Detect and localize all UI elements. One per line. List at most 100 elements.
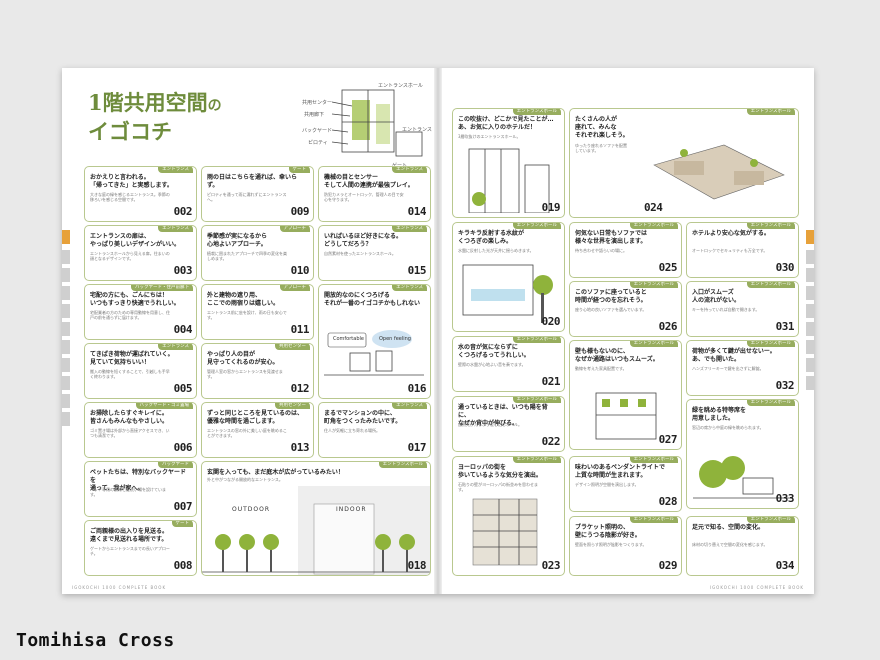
card-tag: エントランスホール (746, 109, 795, 115)
card-body: 3層吹抜けのエントランスホール。 (458, 134, 521, 139)
card-heading: おかえりと言われる。 「帰ってきた」と実感します。 (90, 174, 173, 189)
card-number: 033 (775, 492, 795, 505)
card-body: 防犯カメラとオートロック、管理人の目で安心を守ります。 (324, 192, 404, 202)
card-body: 住人が気軽に立ち寄れる場所。 (324, 428, 380, 433)
tip-card-014: エントランス 機械の目とセンサー そして人間の連携が最強プレイ。 防犯カメラとオ… (318, 166, 431, 222)
card-body: オートロックでセキュリティも万全です。 (692, 248, 768, 253)
card-heading: 入口がスムーズ 人の流れがない。 (692, 289, 741, 304)
section-tab-grey (62, 322, 70, 336)
card-heading: 荷物が多くて鍵が出せないー。 あ、でも開いた。 (692, 348, 776, 363)
card-number: 008 (173, 559, 193, 572)
card-number: 027 (658, 433, 678, 446)
tip-card-020: エントランスホール キラキラ反射する水紋が くつろぎの楽しみ。 水盤に反射した光… (452, 222, 565, 332)
illus-label-open: Open feeling (379, 336, 411, 342)
card-heading: 水の音が気にならずに くつろげるってうれしい。 (458, 344, 530, 359)
section-tab-grey (62, 340, 70, 354)
section-tab-grey (806, 322, 814, 336)
card-body: 床材の切り替えで空間の変化を感じます。 (692, 542, 768, 547)
card-body: 植栽に囲まれたアプローチで四季の変化を楽しめます。 (207, 251, 287, 261)
card-tag: エントランスホール (746, 400, 795, 406)
illustration-entrance (202, 486, 430, 575)
illustration-lobby (324, 330, 424, 376)
card-tag: エントランスホール (629, 223, 678, 229)
floor-map: エントランスホール 共用センター 共用廊下 バックヤード ピロティ エントランス… (302, 82, 432, 170)
card-heading: 機械の目とセンサー そして人間の連携が最強プレイ。 (324, 174, 414, 189)
card-heading: 開放的なのにくつろげる それが一番のイゴコチかもしれない (324, 292, 421, 307)
card-heading: たくさんの人が 座れて、みんな それぞれ楽しそう。 (575, 116, 629, 139)
card-tag: バックヤード・ゴミ置場 (135, 403, 193, 409)
tip-card-003: エントランス エントランスの扉は、 やっぱり美しいデザインがいい。 エントランス… (84, 225, 197, 281)
card-heading: 宅配の方にも、ごんにちは！ いつもすっきり快適でうれしい。 (90, 292, 180, 307)
card-tag: エントランスホール (378, 462, 427, 468)
card-tag: エントランス (158, 167, 193, 173)
card-heading: ご両親様の出入りを見送る。 遠くまで見送れる場所です。 (90, 528, 169, 543)
brand-watermark: Tomihisa Cross (16, 630, 175, 651)
card-number: 025 (658, 261, 678, 274)
tip-card-022: エントランスホール 通っているときは、いつも陽を背に、 なぜか背中が伸びる。 自… (452, 396, 565, 452)
card-number: 013 (290, 441, 310, 454)
card-heading: 味わいのあるペンダントライトで 上質な時間が生まれます。 (575, 464, 666, 479)
tip-card-011: アプローチ 外と建物の遮り用、 ここでの雨宿りは嬉しい。 エントランス前に庇を設… (201, 284, 314, 340)
tip-card-029: エントランスホール ブラケット照明の、 壁にうつる陰影が好き。 壁面を照らす照明… (569, 516, 682, 576)
section-tab-grey (62, 268, 70, 282)
tip-card-025: エントランスホール 何気ない日常もソファでは 様々な世界を演出します。 待ち合わ… (569, 222, 682, 278)
card-heading: ヨーロッパの街を 歩いているような気分を演出。 (458, 464, 542, 479)
card-body: キーを持っていれば自動で開きます。 (692, 307, 760, 312)
card-heading: ずっと同じところを見ているのは、 優雅な時間を過ごします。 (207, 410, 304, 425)
tip-card-007: バックヤード ベットたちは、特別なバックヤードを 通って、我が家へ。 ペット専用… (84, 461, 197, 517)
card-tag: エントランスホール (746, 341, 795, 347)
card-body: ゲートからエントランスまでの長いアプローチ。 (90, 546, 170, 556)
tip-card-015: エントランス いればいるほど好きになる。 どうしてだろう？ 自然素材を使ったエン… (318, 225, 431, 281)
tip-card-016: エントランス 開放的なのにくつろげる それが一番のイゴコチかもしれない Comf… (318, 284, 431, 399)
card-heading: まるでマンションの中に、 町角をつくったみたいです。 (324, 410, 402, 425)
map-label-backyard: バックヤード (302, 128, 333, 134)
card-tag: 共用センター (275, 403, 310, 409)
card-tag: エントランス (392, 226, 427, 232)
card-number: 030 (775, 261, 795, 274)
book-spread: 1階共用空間の イゴコチ エントランスホール 共用センター 共用廊下 バックヤー… (62, 68, 814, 594)
card-number: 014 (407, 205, 427, 218)
title-main: 1階共用空間 (88, 90, 208, 115)
card-number: 007 (173, 500, 193, 513)
tip-card-006: バックヤード・ゴミ置場 お掃除したらすぐキレイに。 皆さんもみんなもやさしい。 … (84, 402, 197, 458)
card-heading: 足元で知る、空間の変化。 (692, 524, 765, 531)
card-number: 004 (173, 323, 193, 336)
card-heading: キラキラ反射する水紋が くつろぎの楽しみ。 (458, 230, 525, 245)
card-tag: エントランスホール (512, 397, 561, 403)
card-tag: エントランスホール (629, 341, 678, 347)
card-tag: エントランスホール (512, 109, 561, 115)
section-tab (806, 230, 814, 244)
tip-card-032: エントランスホール 荷物が多くて鍵が出せないー。 あ、でも開いた。 ハンズフリー… (686, 340, 799, 396)
card-tag: エントランス (392, 403, 427, 409)
card-tag: ゲート (288, 167, 310, 173)
map-label-center: 共用センター (302, 100, 333, 106)
card-number: 026 (658, 320, 678, 333)
section-tab-grey (806, 376, 814, 390)
card-number: 018 (407, 559, 427, 572)
tip-card-019: エントランスホール この吹抜け、どこかで見たことが… あ、お気に入りのホテルだ！… (452, 108, 565, 218)
tip-card-001: エントランス おかえりと言われる。 「帰ってきた」と実感します。 大きな庭の緑を… (84, 166, 197, 222)
tip-card-012: 共用センター やっぱり人の目が 見守ってくれるのが安心。 管理人室の窓からエント… (201, 343, 314, 399)
illus-label-indoor: INDOOR (336, 506, 367, 513)
card-number: 009 (290, 205, 310, 218)
card-number: 005 (173, 382, 193, 395)
card-tag: アプローチ (279, 285, 310, 291)
card-number: 031 (775, 320, 795, 333)
card-body: 石貼りの壁がヨーロッパの街並みを思わせます。 (458, 482, 538, 492)
card-body: エントランスの窓の外に美しい庭を眺めることができます。 (207, 428, 287, 438)
card-number: 034 (775, 559, 795, 572)
title-line2: イゴコチ (88, 119, 172, 144)
card-number: 020 (541, 315, 561, 328)
card-number: 010 (290, 264, 310, 277)
section-tab-grey (62, 376, 70, 390)
section-tab-grey (806, 358, 814, 372)
card-heading: 外と建物の遮り用、 ここでの雨宿りは嬉しい。 (207, 292, 280, 307)
card-body: 外と中がつながる開放的なエントランス。 (207, 477, 283, 482)
tip-card-034: エントランスホール 足元で知る、空間の変化。 床材の切り替えで空間の変化を感じま… (686, 516, 799, 576)
card-heading: 何気ない日常もソファでは 様々な世界を演出します。 (575, 230, 648, 245)
card-body: 搬入の動線を短くすることで、引越しも手早く終わります。 (90, 369, 170, 379)
card-body: 動線を考えた家具配置です。 (575, 366, 627, 371)
card-number: 003 (173, 264, 193, 277)
section-tab-grey (806, 340, 814, 354)
tip-card-009: ゲート 雨の日はこちらを通れば、傘いらず。 ピロティを通って雨に濡れずにエントラ… (201, 166, 314, 222)
